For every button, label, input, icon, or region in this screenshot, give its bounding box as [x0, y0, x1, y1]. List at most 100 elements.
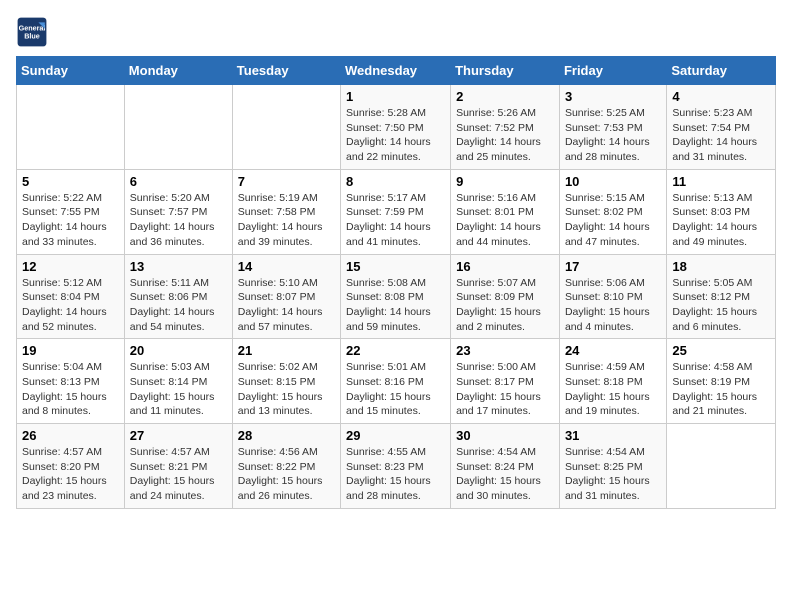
day-info: Sunrise: 5:13 AM Sunset: 8:03 PM Dayligh…	[672, 191, 770, 250]
day-cell: 16 Sunrise: 5:07 AM Sunset: 8:09 PM Dayli…	[451, 254, 560, 339]
day-cell: 19 Sunrise: 5:04 AM Sunset: 8:13 PM Dayli…	[17, 339, 125, 424]
day-number: 18	[672, 259, 770, 274]
day-number: 6	[130, 174, 227, 189]
day-number: 2	[456, 89, 554, 104]
week-row-1: 1Sunrise: 5:28 AM Sunset: 7:50 PM Daylig…	[17, 85, 776, 170]
day-number: 9	[456, 174, 554, 189]
day-info: Sunrise: 5:10 AM Sunset: 8:07 PM Dayligh…	[238, 276, 335, 335]
day-cell: 12 Sunrise: 5:12 AM Sunset: 8:04 PM Dayli…	[17, 254, 125, 339]
day-cell: 7 Sunrise: 5:19 AM Sunset: 7:58 PM Daylig…	[232, 169, 340, 254]
day-number: 3	[565, 89, 661, 104]
day-info: Sunrise: 5:01 AM Sunset: 8:16 PM Dayligh…	[346, 360, 445, 419]
day-cell: 26Sunrise: 4:57 AM Sunset: 8:20 PM Dayli…	[17, 424, 125, 509]
day-number: 11	[672, 174, 770, 189]
day-info: Sunrise: 5:22 AM Sunset: 7:55 PM Dayligh…	[22, 191, 119, 250]
day-cell: 18 Sunrise: 5:05 AM Sunset: 8:12 PM Dayli…	[667, 254, 776, 339]
day-number: 12	[22, 259, 119, 274]
day-info: Sunrise: 4:54 AM Sunset: 8:24 PM Dayligh…	[456, 445, 554, 504]
day-number: 8	[346, 174, 445, 189]
day-cell: 17 Sunrise: 5:06 AM Sunset: 8:10 PM Dayli…	[559, 254, 666, 339]
day-cell	[124, 85, 232, 170]
day-cell: 11 Sunrise: 5:13 AM Sunset: 8:03 PM Dayli…	[667, 169, 776, 254]
day-info: Sunrise: 5:28 AM Sunset: 7:50 PM Dayligh…	[346, 106, 445, 165]
day-number: 23	[456, 343, 554, 358]
day-cell: 13Sunrise: 5:11 AM Sunset: 8:06 PM Dayli…	[124, 254, 232, 339]
weekday-header-friday: Friday	[559, 57, 666, 85]
day-info: Sunrise: 5:04 AM Sunset: 8:13 PM Dayligh…	[22, 360, 119, 419]
svg-text:Blue: Blue	[24, 31, 40, 40]
day-number: 27	[130, 428, 227, 443]
day-number: 31	[565, 428, 661, 443]
week-row-5: 26Sunrise: 4:57 AM Sunset: 8:20 PM Dayli…	[17, 424, 776, 509]
day-number: 15	[346, 259, 445, 274]
day-cell: 31 Sunrise: 4:54 AM Sunset: 8:25 PM Dayli…	[559, 424, 666, 509]
day-info: Sunrise: 4:59 AM Sunset: 8:18 PM Dayligh…	[565, 360, 661, 419]
day-number: 25	[672, 343, 770, 358]
day-cell: 22 Sunrise: 5:01 AM Sunset: 8:16 PM Dayli…	[341, 339, 451, 424]
day-cell: 2 Sunrise: 5:26 AM Sunset: 7:52 PM Daylig…	[451, 85, 560, 170]
day-cell: 27 Sunrise: 4:57 AM Sunset: 8:21 PM Dayli…	[124, 424, 232, 509]
day-cell	[232, 85, 340, 170]
day-number: 19	[22, 343, 119, 358]
day-number: 10	[565, 174, 661, 189]
day-cell: 24 Sunrise: 4:59 AM Sunset: 8:18 PM Dayli…	[559, 339, 666, 424]
day-cell: 8Sunrise: 5:17 AM Sunset: 7:59 PM Daylig…	[341, 169, 451, 254]
day-number: 4	[672, 89, 770, 104]
weekday-header-monday: Monday	[124, 57, 232, 85]
day-cell	[667, 424, 776, 509]
day-number: 14	[238, 259, 335, 274]
week-row-4: 19 Sunrise: 5:04 AM Sunset: 8:13 PM Dayli…	[17, 339, 776, 424]
day-number: 22	[346, 343, 445, 358]
day-info: Sunrise: 5:19 AM Sunset: 7:58 PM Dayligh…	[238, 191, 335, 250]
day-number: 16	[456, 259, 554, 274]
day-cell: 10 Sunrise: 5:15 AM Sunset: 8:02 PM Dayli…	[559, 169, 666, 254]
day-cell: 21 Sunrise: 5:02 AM Sunset: 8:15 PM Dayli…	[232, 339, 340, 424]
day-cell: 30 Sunrise: 4:54 AM Sunset: 8:24 PM Dayli…	[451, 424, 560, 509]
day-info: Sunrise: 5:06 AM Sunset: 8:10 PM Dayligh…	[565, 276, 661, 335]
weekday-header-tuesday: Tuesday	[232, 57, 340, 85]
day-cell: 5 Sunrise: 5:22 AM Sunset: 7:55 PM Daylig…	[17, 169, 125, 254]
day-number: 13	[130, 259, 227, 274]
day-info: Sunrise: 5:02 AM Sunset: 8:15 PM Dayligh…	[238, 360, 335, 419]
day-number: 21	[238, 343, 335, 358]
day-number: 24	[565, 343, 661, 358]
day-info: Sunrise: 5:07 AM Sunset: 8:09 PM Dayligh…	[456, 276, 554, 335]
weekday-header-saturday: Saturday	[667, 57, 776, 85]
day-number: 17	[565, 259, 661, 274]
day-info: Sunrise: 4:55 AM Sunset: 8:23 PM Dayligh…	[346, 445, 445, 504]
logo-icon: General Blue	[16, 16, 48, 48]
day-cell	[17, 85, 125, 170]
week-row-2: 5 Sunrise: 5:22 AM Sunset: 7:55 PM Daylig…	[17, 169, 776, 254]
day-info: Sunrise: 5:25 AM Sunset: 7:53 PM Dayligh…	[565, 106, 661, 165]
week-row-3: 12 Sunrise: 5:12 AM Sunset: 8:04 PM Dayli…	[17, 254, 776, 339]
day-info: Sunrise: 4:57 AM Sunset: 8:20 PM Dayligh…	[22, 445, 119, 504]
day-cell: 6 Sunrise: 5:20 AM Sunset: 7:57 PM Daylig…	[124, 169, 232, 254]
weekday-header-row: SundayMondayTuesdayWednesdayThursdayFrid…	[17, 57, 776, 85]
day-number: 30	[456, 428, 554, 443]
day-cell: 4 Sunrise: 5:23 AM Sunset: 7:54 PM Daylig…	[667, 85, 776, 170]
day-info: Sunrise: 5:15 AM Sunset: 8:02 PM Dayligh…	[565, 191, 661, 250]
day-cell: 29Sunrise: 4:55 AM Sunset: 8:23 PM Dayli…	[341, 424, 451, 509]
day-info: Sunrise: 4:54 AM Sunset: 8:25 PM Dayligh…	[565, 445, 661, 504]
day-number: 7	[238, 174, 335, 189]
day-info: Sunrise: 5:03 AM Sunset: 8:14 PM Dayligh…	[130, 360, 227, 419]
day-cell: 28 Sunrise: 4:56 AM Sunset: 8:22 PM Dayli…	[232, 424, 340, 509]
day-info: Sunrise: 5:12 AM Sunset: 8:04 PM Dayligh…	[22, 276, 119, 335]
page-header: General Blue	[16, 16, 776, 48]
day-info: Sunrise: 5:05 AM Sunset: 8:12 PM Dayligh…	[672, 276, 770, 335]
day-info: Sunrise: 5:20 AM Sunset: 7:57 PM Dayligh…	[130, 191, 227, 250]
day-cell: 9 Sunrise: 5:16 AM Sunset: 8:01 PM Daylig…	[451, 169, 560, 254]
day-cell: 15Sunrise: 5:08 AM Sunset: 8:08 PM Dayli…	[341, 254, 451, 339]
day-number: 28	[238, 428, 335, 443]
day-cell: 20Sunrise: 5:03 AM Sunset: 8:14 PM Dayli…	[124, 339, 232, 424]
day-info: Sunrise: 5:26 AM Sunset: 7:52 PM Dayligh…	[456, 106, 554, 165]
day-cell: 23Sunrise: 5:00 AM Sunset: 8:17 PM Dayli…	[451, 339, 560, 424]
weekday-header-wednesday: Wednesday	[341, 57, 451, 85]
day-number: 5	[22, 174, 119, 189]
day-cell: 25Sunrise: 4:58 AM Sunset: 8:19 PM Dayli…	[667, 339, 776, 424]
logo: General Blue	[16, 16, 48, 48]
day-info: Sunrise: 4:56 AM Sunset: 8:22 PM Dayligh…	[238, 445, 335, 504]
day-info: Sunrise: 4:57 AM Sunset: 8:21 PM Dayligh…	[130, 445, 227, 504]
day-info: Sunrise: 5:16 AM Sunset: 8:01 PM Dayligh…	[456, 191, 554, 250]
day-info: Sunrise: 5:23 AM Sunset: 7:54 PM Dayligh…	[672, 106, 770, 165]
